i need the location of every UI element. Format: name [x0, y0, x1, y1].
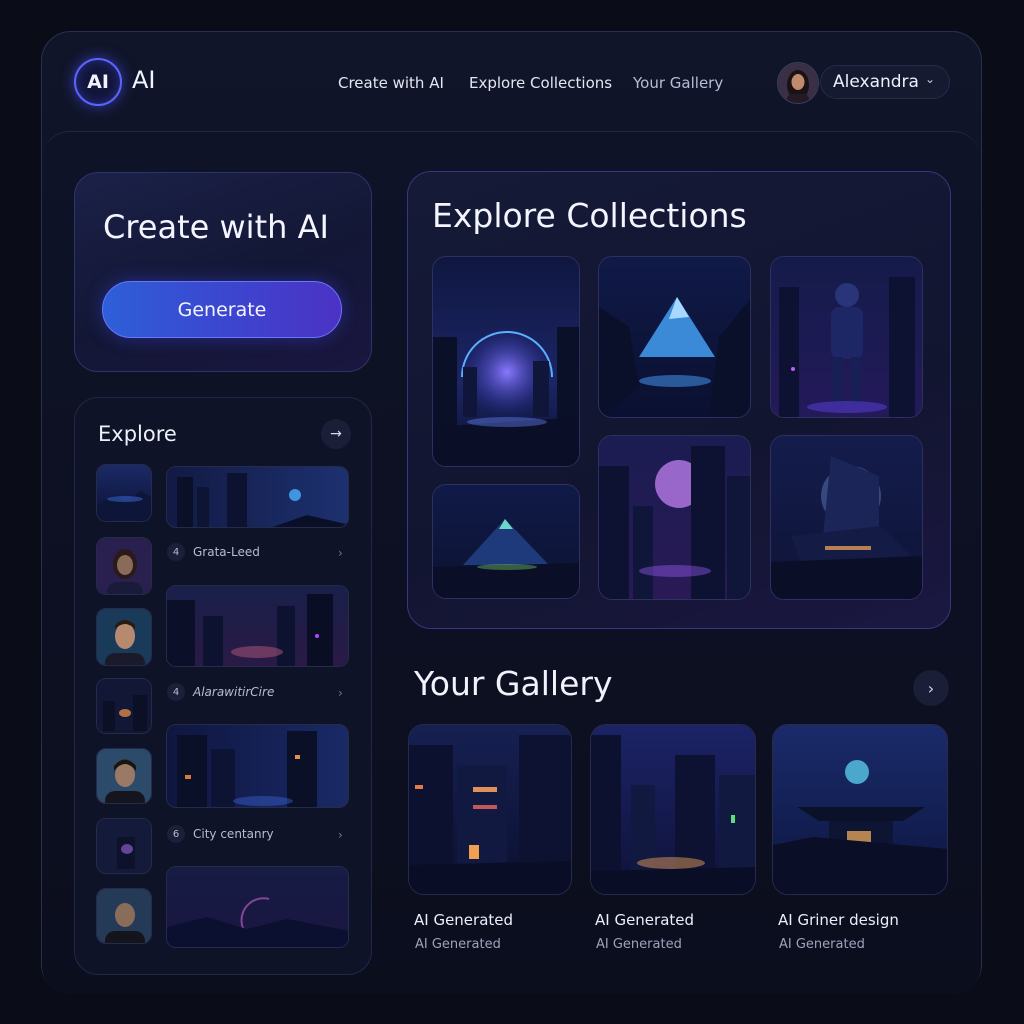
nav-explore-collections[interactable]: Explore Collections — [469, 74, 612, 92]
create-title: Create with AI — [103, 208, 329, 246]
user-name[interactable]: Alexandra — [833, 72, 919, 92]
explore-thumb-landscape[interactable] — [96, 464, 152, 522]
explore-row-label[interactable]: AlarawitirCire — [193, 685, 274, 699]
collection-tile-monolith[interactable] — [770, 435, 923, 600]
explore-thumb-portrait[interactable] — [96, 748, 152, 804]
chevron-right-icon[interactable]: › — [338, 546, 343, 560]
explore-wide-tile[interactable] — [166, 466, 349, 528]
gallery-tile[interactable] — [408, 724, 572, 895]
gallery-item-subtitle: AI Generated — [779, 937, 865, 952]
explore-wide-tile[interactable] — [166, 724, 349, 808]
explore-wide-tile[interactable] — [166, 585, 349, 667]
chevron-right-icon[interactable]: › — [338, 686, 343, 700]
explore-thumb-portrait[interactable] — [96, 537, 152, 595]
user-avatar[interactable] — [777, 62, 819, 104]
row-count-badge: 4 — [167, 683, 185, 701]
collection-tile-astronaut[interactable] — [770, 256, 923, 418]
explore-thumb-scene[interactable] — [96, 818, 152, 874]
nav-your-gallery[interactable]: Your Gallery — [633, 74, 723, 92]
explore-title: Explore — [98, 422, 177, 446]
explore-row-label[interactable]: Grata-Leed — [193, 545, 260, 559]
explore-row-label[interactable]: City centanry — [193, 827, 274, 841]
explore-wide-tile[interactable] — [166, 866, 349, 948]
gallery-tile[interactable] — [590, 724, 756, 895]
collection-tile-mountain[interactable] — [598, 256, 751, 418]
gallery-item-name[interactable]: AI Generated — [595, 911, 694, 929]
brand-name[interactable]: AI — [132, 66, 156, 94]
collections-title: Explore Collections — [432, 196, 747, 235]
gallery-item-subtitle: AI Generated — [415, 937, 501, 952]
logo-icon[interactable]: AI — [74, 58, 122, 106]
gallery-item-name[interactable]: AI Generated — [414, 911, 513, 929]
chevron-right-icon[interactable]: › — [913, 670, 949, 706]
chevron-right-icon[interactable]: › — [338, 828, 343, 842]
collection-tile-moon-city[interactable] — [598, 435, 751, 600]
gallery-tile[interactable] — [772, 724, 948, 895]
row-count-badge: 6 — [167, 825, 185, 843]
generate-button[interactable]: Generate — [102, 281, 342, 338]
gallery-item-subtitle: AI Generated — [596, 937, 682, 952]
collection-tile-lake[interactable] — [432, 484, 580, 599]
arrow-right-icon[interactable]: → — [321, 419, 351, 449]
gallery-title: Your Gallery — [414, 664, 613, 703]
gallery-item-name[interactable]: AI Griner design — [778, 911, 899, 929]
explore-thumb-portrait[interactable] — [96, 608, 152, 666]
explore-thumb-portrait[interactable] — [96, 888, 152, 944]
nav-create[interactable]: Create with AI — [338, 74, 444, 92]
row-count-badge: 4 — [167, 543, 185, 561]
chevron-down-icon[interactable]: ⌄ — [925, 72, 935, 86]
collection-tile-dome[interactable] — [432, 256, 580, 467]
explore-thumb-scene[interactable] — [96, 678, 152, 734]
create-card — [74, 172, 372, 372]
